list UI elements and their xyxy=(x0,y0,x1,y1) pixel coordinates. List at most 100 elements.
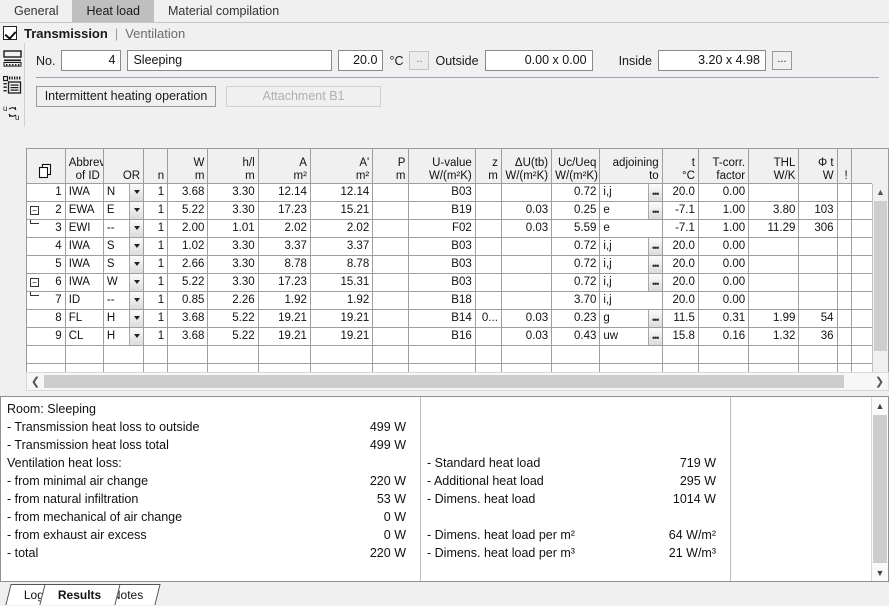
cell-uc-ueq[interactable]: 0.72 xyxy=(551,273,601,292)
cell-orientation-dropdown[interactable]: E xyxy=(103,201,145,220)
cell-empty[interactable] xyxy=(698,345,750,364)
cell-empty[interactable] xyxy=(408,345,476,364)
cell-phi-t[interactable] xyxy=(798,273,838,292)
cell-empty[interactable] xyxy=(143,345,169,364)
row-number[interactable]: 5 xyxy=(27,255,66,274)
column-header-area-net[interactable]: A' m² xyxy=(310,149,374,184)
cell-z-depth[interactable] xyxy=(475,255,502,274)
cell-thl[interactable] xyxy=(748,237,800,256)
cell-height-length[interactable]: 5.22 xyxy=(207,327,259,346)
cell-thl[interactable] xyxy=(748,183,800,202)
section-ventilation-label[interactable]: Ventilation xyxy=(125,26,185,41)
cell-temperature[interactable]: -7.1 xyxy=(662,201,699,220)
cell-orientation-dropdown[interactable]: S xyxy=(103,237,145,256)
table-rows-icon[interactable] xyxy=(1,46,23,70)
cell-area[interactable]: 19.21 xyxy=(258,309,311,328)
temperature-picker-button[interactable]: .. xyxy=(409,51,430,70)
scroll-left-icon[interactable]: ❮ xyxy=(27,373,44,390)
cell-warning[interactable] xyxy=(837,237,852,256)
cell-width[interactable]: 5.22 xyxy=(167,273,209,292)
ellipsis-picker-icon[interactable]: ••• xyxy=(647,237,662,254)
cell-uc-ueq[interactable]: 0.43 xyxy=(551,327,601,346)
cell-thl[interactable]: 1.32 xyxy=(748,327,800,346)
section-transmission-label[interactable]: Transmission xyxy=(24,26,108,41)
cell-warning[interactable] xyxy=(837,327,852,346)
cell-abbrev-of-id[interactable]: EWI xyxy=(65,219,104,238)
results-vertical-scrollbar[interactable]: ▲ ▼ xyxy=(871,397,888,581)
results-scroll-up-icon[interactable]: ▲ xyxy=(872,397,888,414)
ellipsis-picker-icon[interactable]: ••• xyxy=(647,255,662,272)
row-number[interactable]: −2 xyxy=(27,201,66,220)
cell-area-net[interactable]: 15.31 xyxy=(310,273,374,292)
ellipsis-picker-icon[interactable]: ••• xyxy=(647,327,662,344)
column-header-perimeter[interactable]: Pm xyxy=(372,149,410,184)
cell-count[interactable]: 1 xyxy=(143,327,169,346)
cell-abbrev-of-id[interactable]: ID xyxy=(65,291,104,310)
cell-phi-t[interactable]: 103 xyxy=(798,201,838,220)
cell-count[interactable]: 1 xyxy=(143,255,169,274)
table-row[interactable]: 1 IWA N 1 3.68 3.30 12.14 12.14 B03 0.72 i,j ••• 20.… xyxy=(27,183,888,202)
cell-u-value[interactable]: F02 xyxy=(408,219,476,238)
grid-vertical-scrollbar[interactable]: ▲ ▼ xyxy=(872,184,888,390)
cell-uc-ueq[interactable]: 0.72 xyxy=(551,255,601,274)
inside-dimensions-picker-button[interactable]: ... xyxy=(771,51,792,70)
cell-adjoining-to[interactable]: i,j ••• xyxy=(599,273,663,292)
cell-adjoining-to[interactable]: i,j xyxy=(599,291,663,310)
intermittent-heating-operation-button[interactable]: Intermittent heating operation xyxy=(36,86,216,107)
room-temperature-input[interactable]: 20.0 xyxy=(338,50,384,71)
cell-temperature[interactable]: 20.0 xyxy=(662,183,699,202)
tab-material-compilation[interactable]: Material compilation xyxy=(154,0,294,22)
cell-area[interactable]: 8.78 xyxy=(258,255,311,274)
cell-delta-u-thermal-bridge[interactable] xyxy=(501,183,553,202)
cell-uc-ueq[interactable]: 0.72 xyxy=(551,183,601,202)
chevron-down-icon[interactable] xyxy=(129,237,143,254)
row-number[interactable]: 7 xyxy=(27,291,66,310)
cell-perimeter[interactable] xyxy=(372,183,410,202)
cell-area-net[interactable]: 2.02 xyxy=(310,219,374,238)
cell-u-value[interactable]: B03 xyxy=(408,237,476,256)
cell-empty[interactable] xyxy=(65,345,104,364)
cell-area[interactable]: 1.92 xyxy=(258,291,311,310)
cell-z-depth[interactable] xyxy=(475,183,502,202)
bottom-tab-results[interactable]: Results xyxy=(39,584,121,605)
table-row[interactable]: 4 IWA S 1 1.02 3.30 3.37 3.37 B03 0.72 i,j ••• 20.0 0… xyxy=(27,237,888,256)
cell-z-depth[interactable] xyxy=(475,273,502,292)
cell-warning[interactable] xyxy=(837,201,852,220)
cell-area[interactable]: 3.37 xyxy=(258,237,311,256)
column-header-phi-t[interactable]: Φ tW xyxy=(798,149,838,184)
cell-empty[interactable] xyxy=(551,345,601,364)
grid-hscroll-thumb[interactable] xyxy=(44,375,844,388)
column-header-delta-u-thermal-bridge[interactable]: ΔU(tb) W/(m²K) xyxy=(501,149,553,184)
scroll-up-icon[interactable]: ▲ xyxy=(873,184,888,200)
chevron-down-icon[interactable] xyxy=(129,309,143,326)
cell-t-correction-factor[interactable]: 1.00 xyxy=(698,201,750,220)
table-row[interactable]: −2 EWA E 1 5.22 3.30 17.23 15.21 B19 0.03 0.25 e •••… xyxy=(27,201,888,220)
attachment-b1-button[interactable]: Attachment B1 xyxy=(226,86,381,107)
cell-warning[interactable] xyxy=(837,309,852,328)
cell-orientation-dropdown[interactable]: H xyxy=(103,309,145,328)
cell-count[interactable]: 1 xyxy=(143,219,169,238)
cell-thl[interactable]: 3.80 xyxy=(748,201,800,220)
scroll-right-icon[interactable]: ❯ xyxy=(871,373,888,390)
cell-adjoining-to[interactable]: i,j ••• xyxy=(599,237,663,256)
column-header-count[interactable]: n xyxy=(143,149,169,184)
cell-uc-ueq[interactable]: 5.59 xyxy=(551,219,601,238)
row-number[interactable]: 8 xyxy=(27,309,66,328)
chevron-down-icon[interactable] xyxy=(129,327,143,344)
cell-phi-t[interactable] xyxy=(798,237,838,256)
cell-thl[interactable] xyxy=(748,273,800,292)
cell-empty[interactable] xyxy=(798,345,838,364)
tree-collapse-toggle[interactable]: − xyxy=(30,277,39,287)
cell-phi-t[interactable]: 306 xyxy=(798,219,838,238)
cell-delta-u-thermal-bridge[interactable] xyxy=(501,237,553,256)
cell-count[interactable]: 1 xyxy=(143,309,169,328)
cell-delta-u-thermal-bridge[interactable] xyxy=(501,255,553,274)
ellipsis-picker-icon[interactable]: ••• xyxy=(647,183,662,200)
inside-dimensions-input[interactable]: 3.20 x 4.98 xyxy=(657,50,766,71)
row-number[interactable]: 3 xyxy=(27,219,66,238)
cell-uc-ueq[interactable]: 0.25 xyxy=(551,201,601,220)
cell-area-net[interactable]: 1.92 xyxy=(310,291,374,310)
table-row[interactable]: 5 IWA S 1 2.66 3.30 8.78 8.78 B03 0.72 i,j ••• 20.0 0… xyxy=(27,255,888,274)
cell-orientation-dropdown[interactable]: -- xyxy=(103,219,145,238)
cell-warning[interactable] xyxy=(837,273,852,292)
